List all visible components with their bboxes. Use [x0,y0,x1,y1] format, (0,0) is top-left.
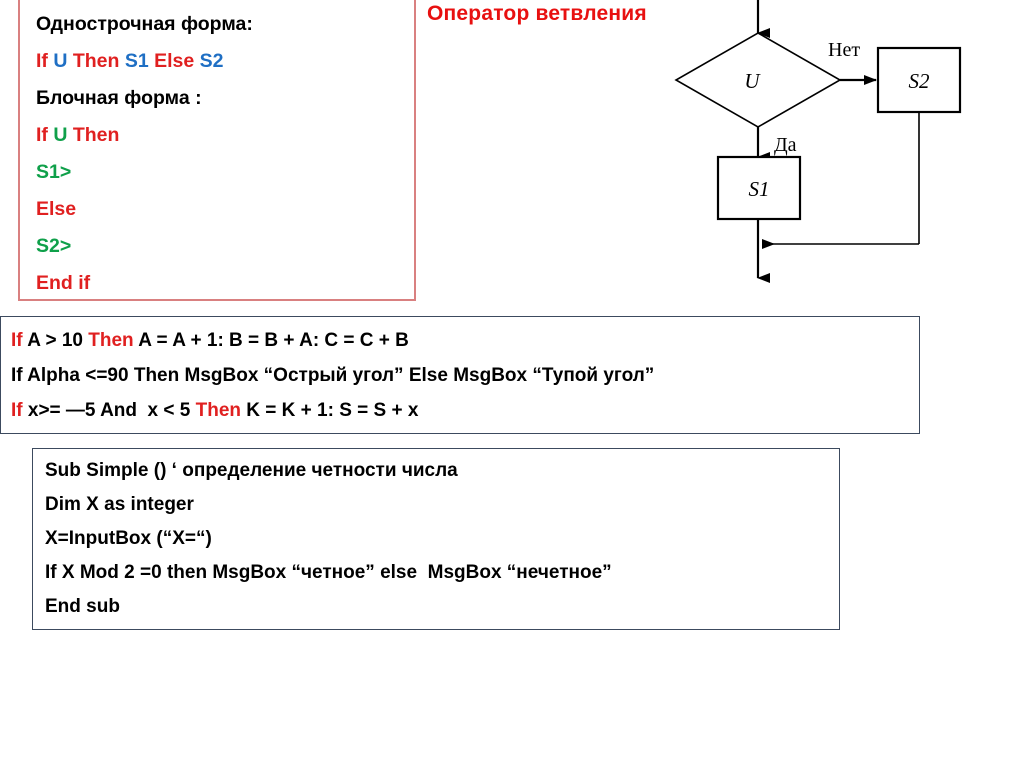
code-token: K = K + 1: S = S + x [246,400,419,421]
code-token: End if [36,272,91,294]
true-branch-block: S1 [716,155,802,221]
code-token: A = A + 1: B = B + A: C = C + B [138,330,409,351]
sub-line-2: Dim X as integer [45,494,194,515]
code-token: If Alpha <=90 Then MsgBox “Острый угол” … [11,365,655,386]
false-branch-arrow: Нет [828,39,877,85]
code-token: Then [88,330,139,351]
code-token: S1 [124,50,155,72]
examples-lines-group: If A > 10 Then A = A + 1: B = B + A: C =… [11,323,654,428]
sub-line-1: Sub Simple () ‘ определение четности чис… [45,460,458,481]
false-branch-block: S2 [876,46,962,114]
true-branch-block-label: S1 [749,177,770,201]
code-token: If [36,50,54,72]
single-form-code: If U Then S1 Else S2 [36,43,406,80]
example-3: If x>= —5 And x < 5 Then K = K + 1: S = … [11,393,654,428]
single-form-heading: Однострочная форма: [36,6,406,43]
if-examples-box: If A > 10 Then A = A + 1: B = B + A: C =… [0,316,920,434]
code-token: Then [72,50,125,72]
block-s2: S2> [36,228,406,265]
code-token: Else [154,50,200,72]
code-token: Then [72,124,120,146]
decision-diamond: U [674,32,842,128]
flowchart-title: Оператор ветвления [427,2,647,25]
syntax-lines-group: Однострочная форма: If U Then S1 Else S2 Б… [36,6,406,302]
decision-diamond-label: U [744,69,761,93]
code-token: S1> [36,161,72,183]
sub-line-5: End sub [45,596,120,617]
code-token: U [53,124,73,146]
code-token: Блочная форма : [36,87,202,109]
true-branch-label: Да [774,134,797,156]
code-token: S2> [36,235,72,257]
sub-lines-group: Sub Simple () ‘ определение четности чис… [45,454,612,624]
example-2: If Alpha <=90 Then MsgBox “Острый угол” … [11,358,654,393]
code-token: If [36,124,54,146]
sub-line-3: X=InputBox (“X=“) [45,528,212,549]
code-token: x>= —5 And x < 5 [27,400,196,421]
block-form-heading: Блочная форма : [36,80,406,117]
code-token: Else [36,198,77,220]
branching-operator-flowchart: U Нет S2 Да S1 [660,0,1024,300]
block-if-then: If U Then [36,117,406,154]
example-1: If A > 10 Then A = A + 1: B = B + A: C =… [11,323,654,358]
code-token: A > 10 [27,330,89,351]
code-token: If [11,400,28,421]
code-token: If [11,330,28,351]
block-else: Else [36,191,406,228]
sub-line-4: If X Mod 2 =0 then MsgBox “четное” else … [45,562,612,583]
false-branch-label: Нет [828,39,860,61]
code-token: Then [195,400,247,421]
block-end-if: End if [36,265,406,302]
true-branch-arrow: Да [756,127,797,162]
sub-procedure-box: Sub Simple () ‘ определение четности чис… [32,448,840,630]
code-token: U [53,50,73,72]
code-token: S2 [199,50,224,72]
code-token: Однострочная форма: [36,13,253,35]
block-s1: S1> [36,154,406,191]
false-branch-block-label: S2 [909,69,931,93]
syntax-forms-box: Однострочная форма: If U Then S1 Else S2 Б… [18,0,416,301]
